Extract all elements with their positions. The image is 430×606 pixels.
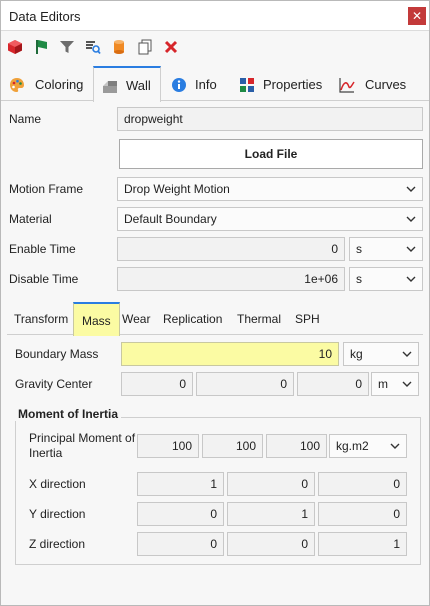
material-select[interactable]: Default Boundary [117, 207, 423, 231]
cube-icon[interactable] [7, 39, 23, 55]
wall-icon [103, 81, 117, 93]
subtab-replication[interactable]: Replication [163, 312, 222, 326]
boundary-mass-label: Boundary Mass [15, 347, 99, 361]
window-title: Data Editors [9, 9, 81, 24]
name-label: Name [9, 112, 42, 126]
gravity-center-unit: m [378, 377, 388, 391]
properties-icon [240, 78, 254, 92]
tab-properties-label: Properties [263, 77, 323, 92]
subtab-sph[interactable]: SPH [295, 312, 320, 326]
disable-time-field[interactable]: 1e+06 [117, 267, 345, 291]
subtab-transform[interactable]: Transform [14, 312, 68, 326]
chevron-down-icon [406, 186, 416, 192]
principal-moment-label: Principal Moment of Inertia [29, 431, 136, 460]
load-file-button[interactable]: Load File [119, 139, 423, 169]
boundary-mass-unit: kg [350, 347, 363, 361]
disable-time-unit-select[interactable]: s [349, 267, 423, 291]
gravity-center-unit-select[interactable]: m [371, 372, 419, 396]
material-value: Default Boundary [124, 212, 217, 226]
chevron-down-icon [390, 443, 400, 449]
subtab-mass[interactable]: Mass [73, 302, 120, 336]
chevron-down-icon [402, 381, 412, 387]
chevron-down-icon [406, 216, 416, 222]
principal-moment-unit-select[interactable]: kg.m2 [329, 434, 407, 458]
x-direction-x-field[interactable]: 1 [137, 472, 224, 496]
info-icon [172, 78, 186, 92]
cylinder-icon[interactable] [111, 39, 127, 55]
z-direction-y-field[interactable]: 0 [227, 532, 315, 556]
boundary-mass-field[interactable]: 10 [121, 342, 339, 366]
enable-time-field[interactable]: 0 [117, 237, 345, 261]
z-direction-label: Z direction [29, 537, 86, 551]
material-label: Material [9, 212, 52, 226]
delete-icon[interactable] [163, 39, 179, 55]
chevron-down-icon [406, 276, 416, 282]
chevron-down-icon [402, 351, 412, 357]
enable-time-unit-select[interactable]: s [349, 237, 423, 261]
z-direction-z-field[interactable]: 1 [318, 532, 407, 556]
toolbar [1, 32, 429, 62]
close-icon[interactable]: ✕ [408, 7, 426, 25]
palette-icon [10, 78, 24, 92]
gravity-center-z-field[interactable]: 0 [297, 372, 369, 396]
main-tab-bar: Coloring Wall Info Properties Curves [1, 66, 429, 102]
search-table-icon[interactable] [85, 39, 101, 55]
y-direction-y-field[interactable]: 1 [227, 502, 315, 526]
title-bar: Data Editors ✕ [1, 1, 429, 31]
y-direction-x-field[interactable]: 0 [137, 502, 224, 526]
principal-moment-z-field[interactable]: 100 [266, 434, 327, 458]
boundary-mass-unit-select[interactable]: kg [343, 342, 419, 366]
tab-wall-label: Wall [126, 78, 151, 93]
subtab-thermal[interactable]: Thermal [237, 312, 281, 326]
x-direction-label: X direction [29, 477, 86, 491]
principal-moment-x-field[interactable]: 100 [137, 434, 199, 458]
gravity-center-y-field[interactable]: 0 [196, 372, 294, 396]
principal-moment-unit: kg.m2 [336, 439, 369, 453]
tab-wall[interactable]: Wall [93, 66, 161, 102]
copy-icon[interactable] [137, 39, 153, 55]
subtab-wear[interactable]: Wear [122, 312, 150, 326]
z-direction-x-field[interactable]: 0 [137, 532, 224, 556]
tab-coloring-label: Coloring [35, 77, 84, 92]
tab-coloring[interactable]: Coloring [1, 67, 93, 101]
sub-tab-bar: Transform Mass Wear Replication Thermal … [7, 302, 423, 336]
y-direction-z-field[interactable]: 0 [318, 502, 407, 526]
curve-chart-icon [339, 78, 355, 93]
flag-icon[interactable] [33, 39, 49, 55]
x-direction-y-field[interactable]: 0 [227, 472, 315, 496]
tab-info-label: Info [195, 77, 217, 92]
enable-time-label: Enable Time [9, 242, 76, 256]
disable-time-unit: s [356, 272, 362, 286]
tab-info[interactable]: Info [163, 67, 233, 101]
tab-curves[interactable]: Curves [331, 67, 417, 101]
motion-frame-label: Motion Frame [9, 182, 84, 196]
moment-of-inertia-title: Moment of Inertia [15, 407, 122, 421]
motion-frame-select[interactable]: Drop Weight Motion [117, 177, 423, 201]
gravity-center-label: Gravity Center [15, 377, 93, 391]
chevron-down-icon [406, 246, 416, 252]
data-editors-window: Data Editors ✕ Coloring Wall Info Proper… [0, 0, 430, 606]
name-field[interactable]: dropweight [117, 107, 423, 131]
gravity-center-x-field[interactable]: 0 [121, 372, 193, 396]
x-direction-z-field[interactable]: 0 [318, 472, 407, 496]
enable-time-unit: s [356, 242, 362, 256]
funnel-icon[interactable] [59, 39, 75, 55]
motion-frame-value: Drop Weight Motion [124, 182, 230, 196]
disable-time-label: Disable Time [9, 272, 79, 286]
tab-curves-label: Curves [365, 77, 407, 92]
y-direction-label: Y direction [29, 507, 86, 521]
tab-properties[interactable]: Properties [231, 67, 331, 101]
principal-moment-y-field[interactable]: 100 [202, 434, 263, 458]
